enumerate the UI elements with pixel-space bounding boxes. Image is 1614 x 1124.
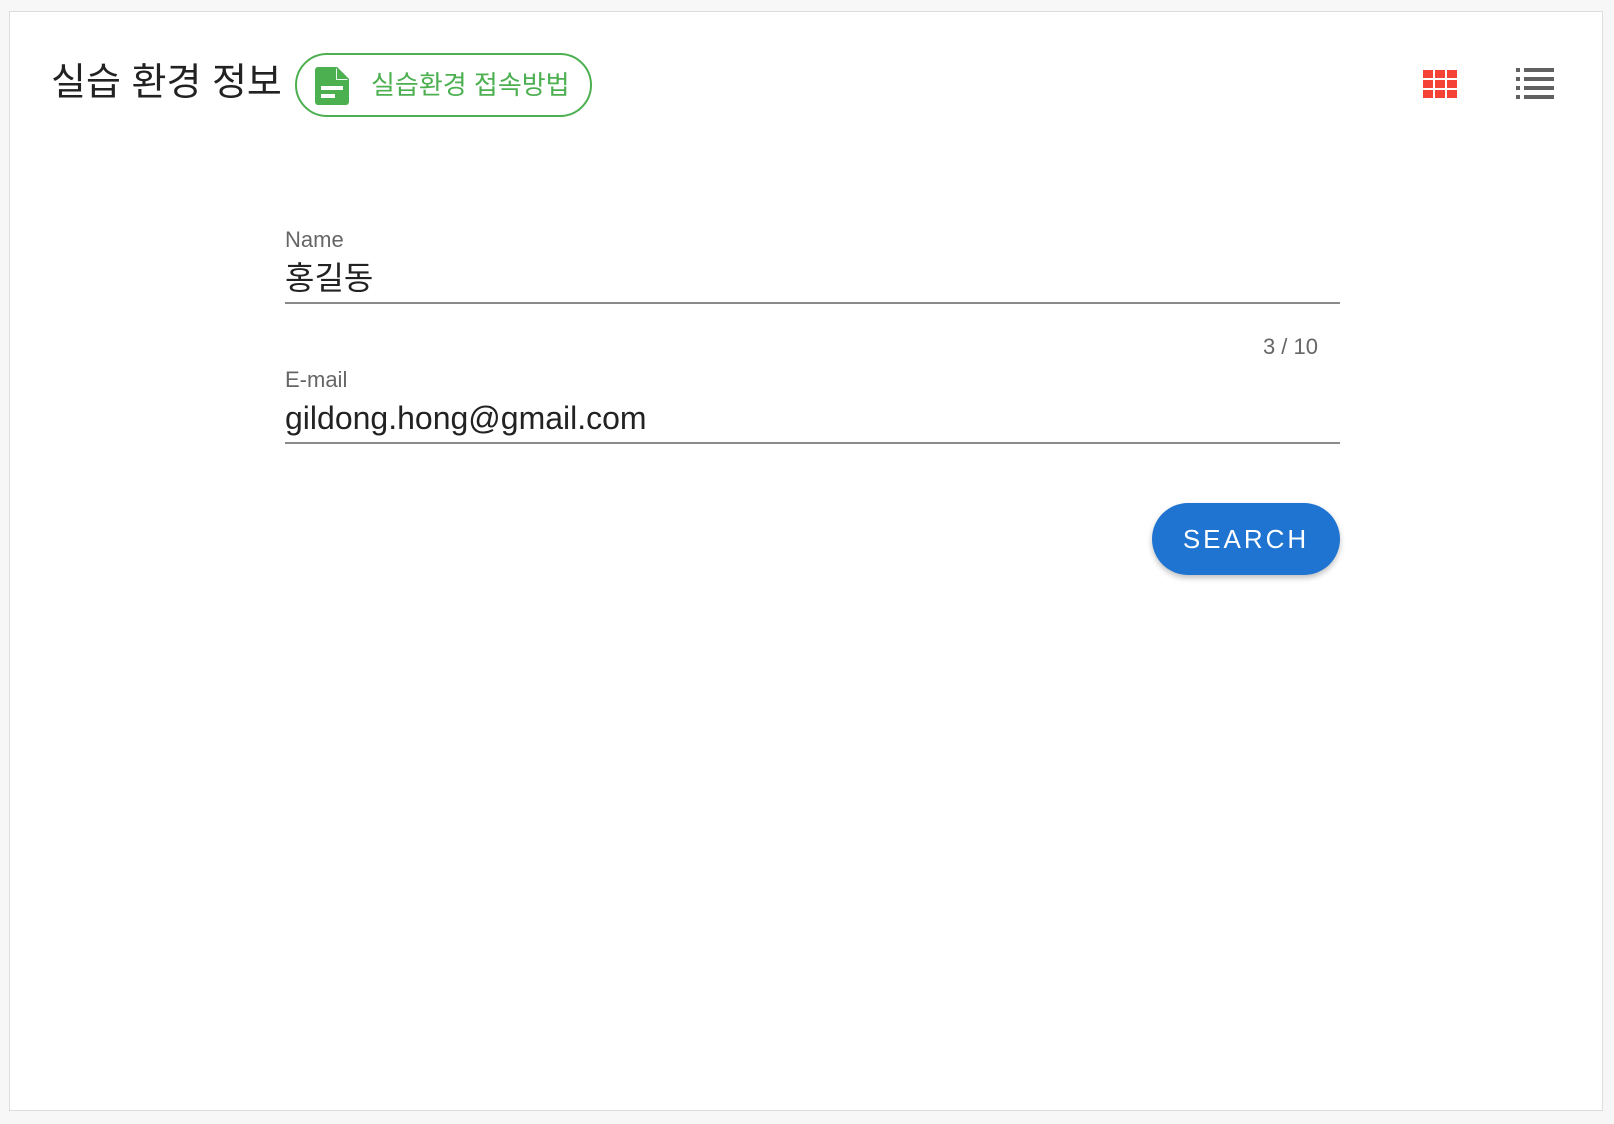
name-char-counter: 3 / 10: [1262, 334, 1318, 359]
email-underline: [285, 442, 1340, 444]
access-guide-chip[interactable]: 실습환경 접속방법: [295, 53, 592, 117]
email-field: E-mail: [285, 366, 1340, 444]
name-underline: [285, 302, 1340, 304]
main-card: 실습 환경 정보 실습환경 접속방법 Name 홍길동 3 / 10 E-mai…: [9, 11, 1603, 1111]
access-guide-label: 실습환경 접속방법: [371, 70, 570, 100]
grid-view-button[interactable]: [1417, 60, 1465, 108]
search-button[interactable]: SEARCH: [1152, 503, 1340, 575]
name-label: Name: [285, 227, 344, 252]
list-view-icon: [1516, 68, 1554, 99]
page-title: 실습 환경 정보: [51, 62, 282, 104]
email-label: E-mail: [285, 367, 348, 392]
document-icon: [315, 67, 349, 105]
grid-view-icon: [1423, 70, 1457, 98]
name-input[interactable]: [285, 254, 1340, 302]
name-field: Name: [285, 226, 1340, 304]
email-input[interactable]: [285, 394, 1340, 442]
list-view-button[interactable]: [1511, 60, 1559, 108]
